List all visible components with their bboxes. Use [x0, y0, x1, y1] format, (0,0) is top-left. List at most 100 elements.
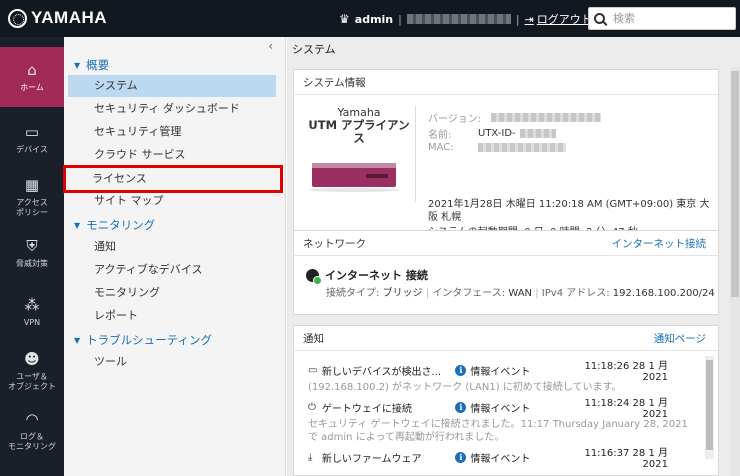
menu-item-reports[interactable]: レポート	[68, 305, 276, 327]
panel-header: 通知 通知ページ	[294, 326, 718, 351]
name-row: 名前: UTX-ID-	[428, 126, 556, 141]
version-label: バージョン:	[428, 114, 482, 125]
notification-title: 新しいファームウェア	[321, 453, 422, 465]
search-icon[interactable]	[594, 13, 605, 24]
menu-group-monitoring[interactable]: ▼ モニタリング	[74, 217, 155, 233]
menu-item-notifications[interactable]: 通知	[68, 236, 276, 258]
mac-row: MAC:	[428, 142, 566, 153]
notification-time: 11:18:24 28 1 月 2021	[584, 398, 668, 420]
redacted-version	[491, 113, 602, 122]
brand-logo[interactable]: YAMAHA	[8, 8, 107, 28]
notification-message: (192.168.100.2) がネットワーク (LAN1) に初めて接続してい…	[308, 382, 622, 393]
menu-item-license[interactable]: ライセンス	[63, 165, 283, 193]
nav-devices[interactable]: ▭ デバイス	[0, 109, 64, 169]
name-prefix: UTX-ID-	[478, 128, 516, 139]
nav-vpn[interactable]: ⁂ VPN	[0, 282, 64, 342]
menu-group-label: モニタリング	[86, 218, 156, 232]
scroll-thumb[interactable]	[731, 71, 739, 297]
caret-down-icon: ▼	[74, 60, 81, 70]
yamaha-emblem-icon	[8, 8, 27, 28]
panel-title: 通知	[303, 332, 324, 345]
notification-type-label: 情報イベント	[470, 403, 531, 415]
menu-item-tools[interactable]: ツール	[68, 351, 276, 373]
version-value	[491, 110, 602, 125]
version-row: バージョン:	[428, 110, 602, 125]
brand-name: YAMAHA	[31, 8, 108, 27]
internet-connection-link[interactable]: インターネット接続	[612, 236, 707, 251]
menu-item-monitoring[interactable]: モニタリング	[68, 282, 276, 304]
nav-access-policy[interactable]: ▦ アクセス ポリシー	[0, 167, 64, 227]
ipv4-value: 192.168.100.200/24	[612, 288, 715, 299]
nav-logs-monitoring[interactable]: ◠ ログ＆ モニタリング	[0, 401, 64, 461]
nav-label: ホーム	[20, 83, 44, 93]
interface-value: WAN	[508, 288, 533, 299]
nav-users-objects[interactable]: ☻ ユーザ＆ オブジェクト	[0, 341, 64, 401]
nav-label: デバイス	[16, 145, 48, 155]
menu-group-label: トラブルシューティング	[86, 333, 212, 347]
search-input[interactable]	[613, 12, 733, 25]
device-shadow	[308, 188, 400, 192]
main-scrollbar[interactable]	[730, 67, 740, 476]
notification-title: 新しいデバイスが検出さ...	[321, 366, 442, 378]
logout-label: ログアウト	[536, 13, 592, 26]
scroll-thumb[interactable]	[706, 360, 713, 450]
collapse-menu-icon[interactable]: ‹	[268, 39, 273, 53]
panel-title: システム情報	[303, 76, 366, 89]
nav-label: ログ＆ モニタリング	[8, 432, 56, 451]
menu-item-system[interactable]: システム	[68, 75, 276, 97]
user-name: admin	[354, 12, 394, 26]
download-icon: ⤓	[308, 451, 313, 463]
menu-item-security-management[interactable]: セキュリティ管理	[68, 121, 276, 143]
shield-icon: ⛨	[26, 237, 38, 256]
nav-label: 脅威対策	[16, 259, 48, 269]
notification-type-label: 情報イベント	[470, 453, 531, 465]
menu-item-security-dashboard[interactable]: セキュリティ ダッシュボード	[68, 98, 276, 120]
notifications-panel: 通知 通知ページ ▭ 新しいデバイスが検出さ... i 情報イベント 11:18…	[293, 325, 719, 476]
menu-group-troubleshooting[interactable]: ▼ トラブルシューティング	[74, 332, 212, 348]
notification-message: セキュリティ ゲートウェイに接続されました。11:17 Thursday Jan…	[308, 419, 688, 443]
crown-icon: ♛	[339, 12, 350, 26]
device-icon: ▭	[24, 123, 40, 142]
caret-down-icon: ▼	[74, 335, 81, 345]
menu-item-cloud-services[interactable]: クラウド サービス	[68, 144, 276, 166]
device-name: Yamaha UTM アプライアンス	[306, 106, 412, 145]
menu-group-overview[interactable]: ▼ 概要	[74, 57, 109, 73]
nav-home[interactable]: ⌂ ホーム	[0, 47, 64, 107]
menu-group-label: 概要	[86, 58, 110, 72]
notification-item[interactable]: ⤓ 新しいファームウェア i 情報イベント 11:16:37 28 1 月 20…	[308, 448, 668, 470]
name-label: 名前:	[428, 130, 452, 141]
logout-link[interactable]: ⇥ ログアウト	[525, 11, 592, 27]
users-icon: ☻	[24, 350, 40, 369]
info-icon: i	[455, 364, 467, 376]
conn-type-value: ブリッジ	[382, 288, 423, 299]
left-navigation: ⌂ ホーム ▭ デバイス ▦ アクセス ポリシー ⛨ 脅威対策 ⁂ VPN ☻ …	[0, 37, 64, 476]
notification-type: i 情報イベント	[455, 363, 569, 378]
menu-item-active-devices[interactable]: アクティブなデバイス	[68, 259, 276, 281]
top-bar: YAMAHA ♛ admin | | ⇥ ログアウト |	[0, 0, 740, 37]
conn-type-label: 接続タイプ:	[326, 288, 380, 299]
panel-header: ネットワーク インターネット接続	[294, 231, 718, 256]
logout-icon: ⇥	[524, 12, 534, 26]
page-title: システム	[292, 43, 336, 56]
info-icon: i	[455, 401, 467, 413]
mac-value	[478, 142, 566, 153]
globe-status-icon	[306, 269, 322, 285]
internet-status: インターネット 接続	[306, 267, 428, 285]
notification-time: 11:18:26 28 1 月 2021	[584, 361, 668, 383]
nav-label: アクセス ポリシー	[16, 198, 48, 217]
notification-item[interactable]: ▭ 新しいデバイスが検出さ... i 情報イベント 11:18:26 28 1 …	[308, 361, 668, 383]
redacted-device-id	[406, 14, 511, 24]
notification-type: i 情報イベント	[455, 450, 569, 465]
menu-item-site-map[interactable]: サイト マップ	[68, 190, 276, 212]
mac-label: MAC:	[428, 142, 454, 153]
user-area: ♛ admin | | ⇥ ログアウト |	[339, 11, 601, 27]
notifications-page-link[interactable]: 通知ページ	[654, 331, 706, 346]
monitor-icon: ▭	[308, 364, 318, 376]
notification-type: i 情報イベント	[455, 400, 569, 415]
nav-label: VPN	[23, 318, 41, 328]
nav-threat-prevention[interactable]: ⛨ 脅威対策	[0, 223, 64, 283]
power-icon: ⏻	[308, 401, 316, 413]
notification-item[interactable]: ⏻ ゲートウェイに接続 i 情報イベント 11:18:24 28 1 月 202…	[308, 398, 668, 420]
notifications-scrollbar[interactable]	[705, 356, 714, 459]
internet-title: インターネット 接続	[325, 269, 428, 282]
